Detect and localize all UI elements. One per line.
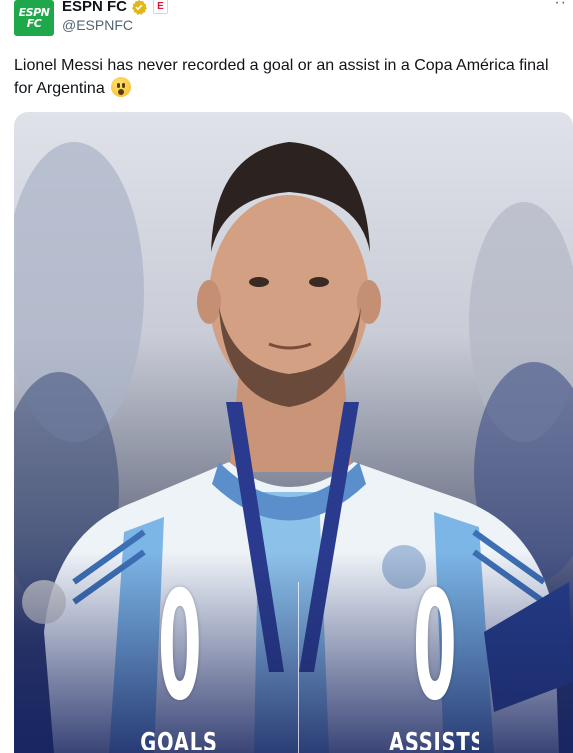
goals-stat: 0 GOALS (124, 572, 234, 753)
tweet-media-image[interactable]: 0 GOALS 0 ASSISTS (14, 112, 573, 753)
account-name[interactable]: ESPN FC (62, 0, 127, 15)
assists-label: ASSISTS (389, 728, 479, 750)
goals-value: 0 (157, 560, 202, 734)
assists-stat: 0 ASSISTS (374, 572, 494, 753)
account-handle[interactable]: @ESPNFC (62, 17, 133, 33)
verified-badge-icon (131, 0, 148, 15)
astonished-face-emoji-icon (111, 77, 132, 97)
goals-label: GOALS (140, 728, 218, 750)
more-dots-icon[interactable]: ·· (554, 0, 567, 12)
tweet-text: Lionel Messi has never recorded a goal o… (14, 57, 549, 97)
assists-value: 0 (412, 560, 457, 734)
stats-divider (298, 582, 299, 753)
account-name-row: ESPN FC E (62, 0, 169, 15)
avatar[interactable]: ESPN FC (14, 0, 54, 36)
affiliate-badge-icon[interactable]: E (153, 0, 169, 14)
